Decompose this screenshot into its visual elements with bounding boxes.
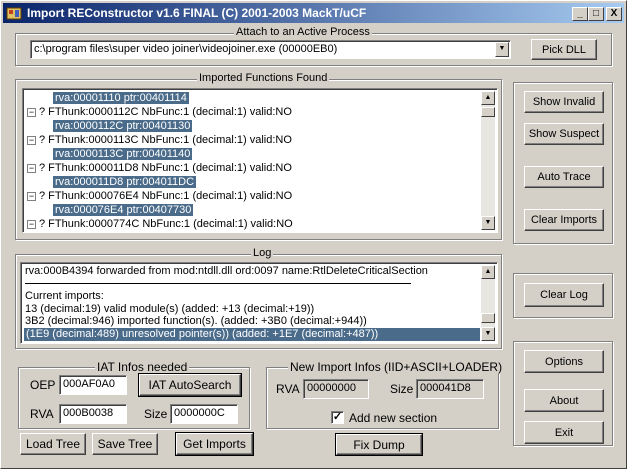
tree-thunk-node[interactable]: −? FThunk:000076E4 NbFunc:1 (decimal:1) … bbox=[27, 189, 292, 203]
minimize-button[interactable]: _ bbox=[572, 7, 588, 21]
tree-thunk-entry[interactable]: rva:00001110 ptr:00401114 bbox=[53, 91, 189, 105]
get-imports-button[interactable]: Get Imports bbox=[175, 432, 254, 456]
tree-row-text: ? FThunk:0000774C NbFunc:1 (decimal:1) v… bbox=[39, 218, 293, 230]
rva-field[interactable]: 000B0038 bbox=[59, 404, 127, 424]
iat-autosearch-button[interactable]: IAT AutoSearch bbox=[138, 373, 242, 397]
tree-row-text: ? FThunk:0000112C NbFunc:1 (decimal:1) v… bbox=[39, 106, 292, 118]
new-rva-label: RVA bbox=[276, 382, 300, 396]
tree-row-text: rva:00001110 ptr:00401114 bbox=[53, 92, 189, 104]
tree-row-text: ? FThunk:0000113C NbFunc:1 (decimal:1) v… bbox=[39, 134, 292, 146]
collapse-icon[interactable]: − bbox=[27, 219, 36, 229]
size-label: Size bbox=[144, 407, 168, 421]
size-field[interactable]: 0000000C bbox=[170, 404, 238, 424]
iat-label: IAT Infos needed bbox=[95, 360, 190, 374]
add-section-label[interactable]: Add new section bbox=[349, 411, 437, 425]
new-import-label: New Import Infos (IID+ASCII+LOADER) bbox=[288, 360, 505, 374]
log-line[interactable]: 3B2 (decimal:946) imported function(s). … bbox=[25, 315, 367, 328]
log-line[interactable]: 13 (decimal:19) valid module(s) (added: … bbox=[25, 303, 314, 316]
show-invalid-button[interactable]: Show Invalid bbox=[524, 91, 604, 113]
clear-log-button[interactable]: Clear Log bbox=[524, 283, 604, 307]
log-scrollbar[interactable]: ▲ ▼ bbox=[481, 265, 495, 341]
tree-row-text: rva:000076E4 ptr:00407730 bbox=[53, 204, 194, 216]
clear-imports-button[interactable]: Clear Imports bbox=[524, 209, 604, 231]
pick-dll-button[interactable]: Pick DLL bbox=[531, 39, 597, 60]
log-line[interactable]: Current imports: bbox=[25, 290, 104, 303]
check-icon: ✓ bbox=[332, 411, 343, 423]
log-line[interactable]: rva:000B4394 forwarded from mod:ntdll.dl… bbox=[25, 265, 428, 278]
scroll-thumb[interactable] bbox=[481, 107, 495, 117]
imports-tree[interactable]: rva:00001110 ptr:00401114−? FThunk:00001… bbox=[22, 88, 498, 233]
oep-field[interactable]: 000AF0A0 bbox=[59, 375, 127, 395]
show-suspect-button[interactable]: Show Suspect bbox=[524, 123, 604, 145]
tree-row-text: rva:0000113C ptr:00401140 bbox=[53, 148, 193, 160]
log-list[interactable]: rva:000B4394 forwarded from mod:ntdll.dl… bbox=[20, 262, 498, 344]
collapse-icon[interactable]: − bbox=[27, 191, 36, 201]
imports-scrollbar[interactable]: ▲ ▼ bbox=[481, 91, 495, 230]
process-select-value: c:\program files\super video joiner\vide… bbox=[34, 43, 338, 55]
tree-row-text: ? FThunk:000011D8 NbFunc:1 (decimal:1) v… bbox=[39, 162, 292, 174]
tree-row-text: ? FThunk:000076E4 NbFunc:1 (decimal:1) v… bbox=[39, 190, 293, 202]
close-button[interactable]: X bbox=[606, 7, 622, 21]
window-title: Import REConstructor v1.6 FINAL (C) 2001… bbox=[27, 6, 367, 20]
tree-thunk-node[interactable]: −? FThunk:0000112C NbFunc:1 (decimal:1) … bbox=[27, 105, 292, 119]
tree-thunk-node[interactable]: −? FThunk:0000774C NbFunc:1 (decimal:1) … bbox=[27, 217, 293, 231]
tree-thunk-entry[interactable]: rva:000076E4 ptr:00407730 bbox=[53, 203, 194, 217]
tree-thunk-entry[interactable]: rva:000011D8 ptr:004011DC bbox=[53, 175, 197, 189]
auto-trace-button[interactable]: Auto Trace bbox=[524, 166, 604, 188]
oep-label: OEP bbox=[30, 378, 56, 392]
log-line[interactable]: (1E9 (decimal:489) unresolved pointer(s)… bbox=[24, 327, 480, 341]
rva-label: RVA bbox=[30, 407, 54, 421]
options-button[interactable]: Options bbox=[524, 350, 604, 373]
imports-label: Imported Functions Found bbox=[197, 72, 330, 84]
new-size-label: Size bbox=[390, 382, 414, 396]
tree-thunk-node[interactable]: −? FThunk:0000113C NbFunc:1 (decimal:1) … bbox=[27, 133, 292, 147]
fix-dump-button[interactable]: Fix Dump bbox=[335, 433, 423, 456]
scroll-up-icon[interactable]: ▲ bbox=[481, 91, 495, 105]
title-bar[interactable]: Import REConstructor v1.6 FINAL (C) 2001… bbox=[3, 3, 624, 23]
scroll-down-icon[interactable]: ▼ bbox=[481, 327, 495, 341]
add-section-checkbox[interactable]: ✓ bbox=[331, 411, 344, 424]
process-select[interactable]: c:\program files\super video joiner\vide… bbox=[30, 40, 511, 59]
tree-thunk-entry[interactable]: rva:0000112C ptr:00401130 bbox=[53, 119, 193, 133]
tree-thunk-entry[interactable]: rva:0000113C ptr:00401140 bbox=[53, 147, 193, 161]
collapse-icon[interactable]: − bbox=[27, 163, 36, 173]
about-button[interactable]: About bbox=[524, 389, 604, 412]
tree-row-text: rva:000011D8 ptr:004011DC bbox=[53, 176, 197, 188]
scroll-thumb[interactable] bbox=[481, 313, 495, 323]
scroll-down-icon[interactable]: ▼ bbox=[481, 216, 495, 230]
collapse-icon[interactable]: − bbox=[27, 135, 36, 145]
tree-row-text: rva:0000112C ptr:00401130 bbox=[53, 120, 193, 132]
attach-label: Attach to an Active Process bbox=[234, 26, 372, 38]
chevron-down-icon[interactable]: ▼ bbox=[495, 42, 509, 57]
new-rva-field: 00000000 bbox=[303, 379, 369, 399]
collapse-icon[interactable]: − bbox=[27, 107, 36, 117]
load-tree-button[interactable]: Load Tree bbox=[20, 433, 86, 455]
new-size-field: 000041D8 bbox=[416, 379, 484, 399]
log-separator bbox=[25, 283, 411, 284]
log-label: Log bbox=[251, 247, 274, 259]
main-window: Import REConstructor v1.6 FINAL (C) 2001… bbox=[0, 0, 627, 469]
tree-thunk-node[interactable]: −? FThunk:000011D8 NbFunc:1 (decimal:1) … bbox=[27, 161, 292, 175]
scroll-up-icon[interactable]: ▲ bbox=[481, 265, 495, 279]
maximize-button[interactable]: □ bbox=[588, 7, 604, 21]
exit-button[interactable]: Exit bbox=[524, 421, 604, 444]
app-icon bbox=[6, 7, 22, 20]
save-tree-button[interactable]: Save Tree bbox=[92, 433, 158, 455]
